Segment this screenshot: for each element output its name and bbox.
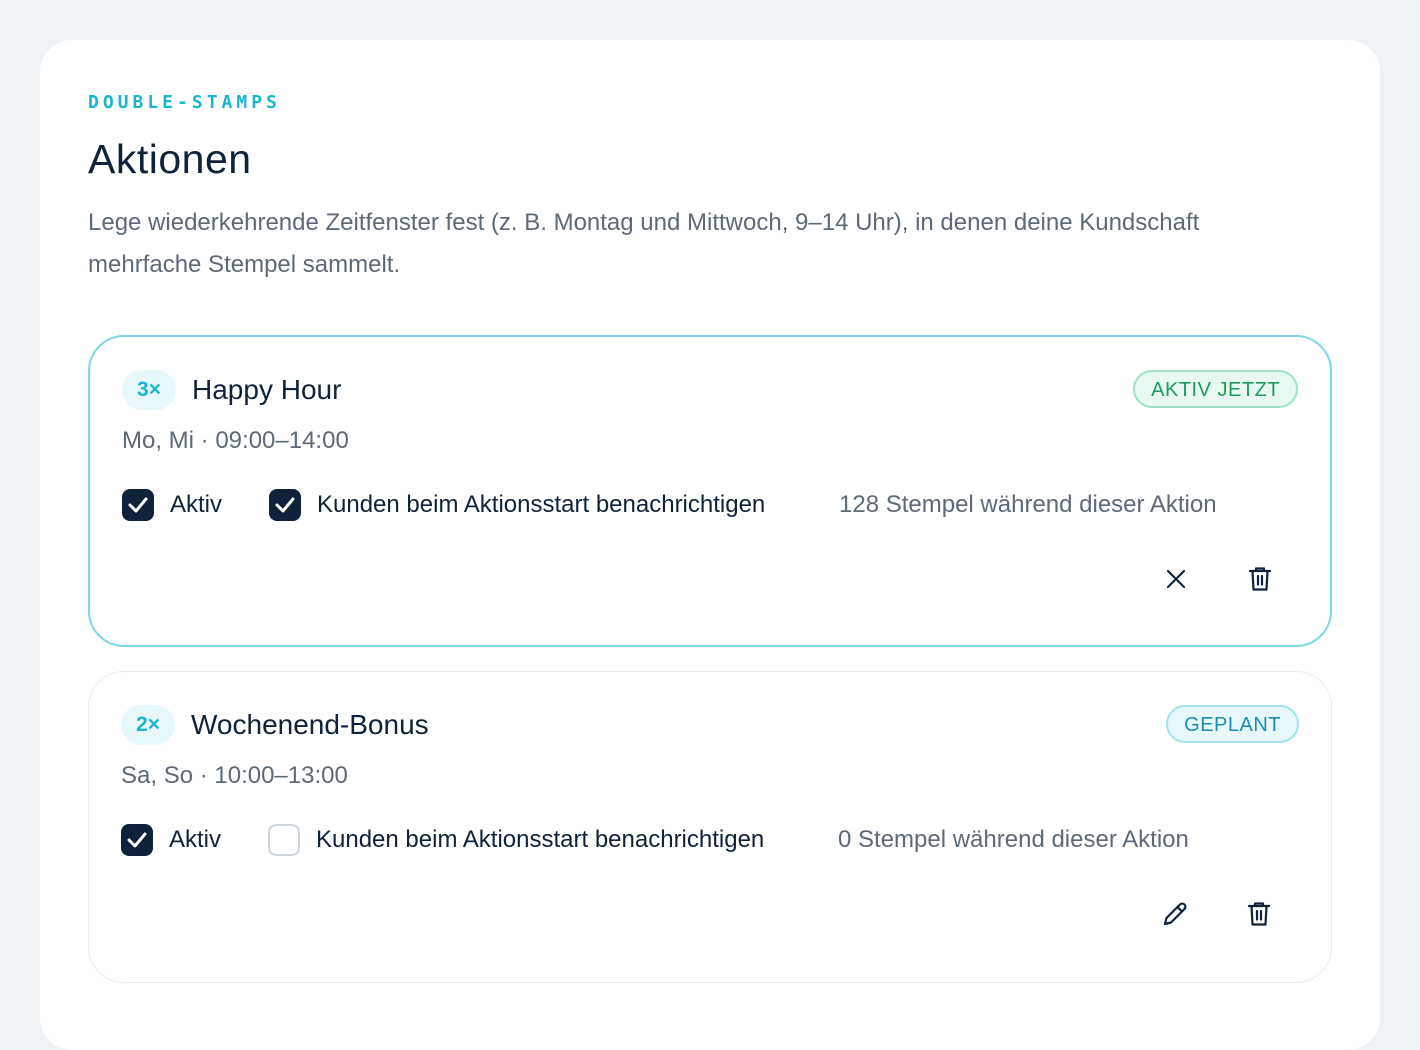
notify-checkbox-label[interactable]: Kunden beim Aktionsstart benachrichtigen <box>316 824 764 856</box>
promotion-name: Wochenend-Bonus <box>191 709 429 740</box>
close-icon <box>1166 569 1186 589</box>
active-checkbox[interactable] <box>121 824 153 856</box>
notify-checkbox-label[interactable]: Kunden beim Aktionsstart benachrichtigen <box>317 489 765 521</box>
promotions-panel: DOUBLE-STAMPS Aktionen Lege wiederkehren… <box>40 40 1380 1050</box>
section-eyebrow: DOUBLE-STAMPS <box>88 92 281 113</box>
pencil-icon <box>1163 902 1187 926</box>
notify-checkbox[interactable] <box>269 489 301 521</box>
checkmark-icon <box>128 497 148 513</box>
promotion-schedule: Mo, Mi · 09:00–14:00 <box>122 427 349 454</box>
status-badge: GEPLANT <box>1166 705 1299 743</box>
edit-button[interactable] <box>1155 894 1195 934</box>
page-title: Aktionen <box>88 136 252 182</box>
stamp-count: 0 Stempel während dieser Aktion <box>838 826 1189 853</box>
multiplier-badge: 2× <box>121 705 175 745</box>
multiplier-badge: 3× <box>122 370 176 410</box>
notify-checkbox[interactable] <box>268 824 300 856</box>
checkmark-icon <box>127 832 147 848</box>
promotion-card-happy-hour: 3× Happy Hour AKTIV JETZT Mo, Mi · 09:00… <box>88 335 1332 647</box>
active-checkbox-label[interactable]: Aktiv <box>170 489 222 521</box>
stamp-count: 128 Stempel während dieser Aktion <box>839 491 1217 518</box>
trash-icon <box>1247 902 1271 926</box>
trash-icon <box>1248 567 1272 591</box>
delete-button[interactable] <box>1240 559 1280 599</box>
status-badge: AKTIV JETZT <box>1133 370 1298 408</box>
cancel-button[interactable] <box>1156 559 1196 599</box>
page-description: Lege wiederkehrende Zeitfenster fest (z.… <box>88 209 1200 278</box>
promotion-name: Happy Hour <box>192 374 342 405</box>
checkmark-icon <box>275 497 295 513</box>
active-checkbox-label[interactable]: Aktiv <box>169 824 221 856</box>
promotion-schedule: Sa, So · 10:00–13:00 <box>121 762 348 789</box>
promotion-card-wochenend-bonus: 2× Wochenend-Bonus GEPLANT Sa, So · 10:0… <box>88 671 1332 983</box>
active-checkbox[interactable] <box>122 489 154 521</box>
delete-button[interactable] <box>1239 894 1279 934</box>
